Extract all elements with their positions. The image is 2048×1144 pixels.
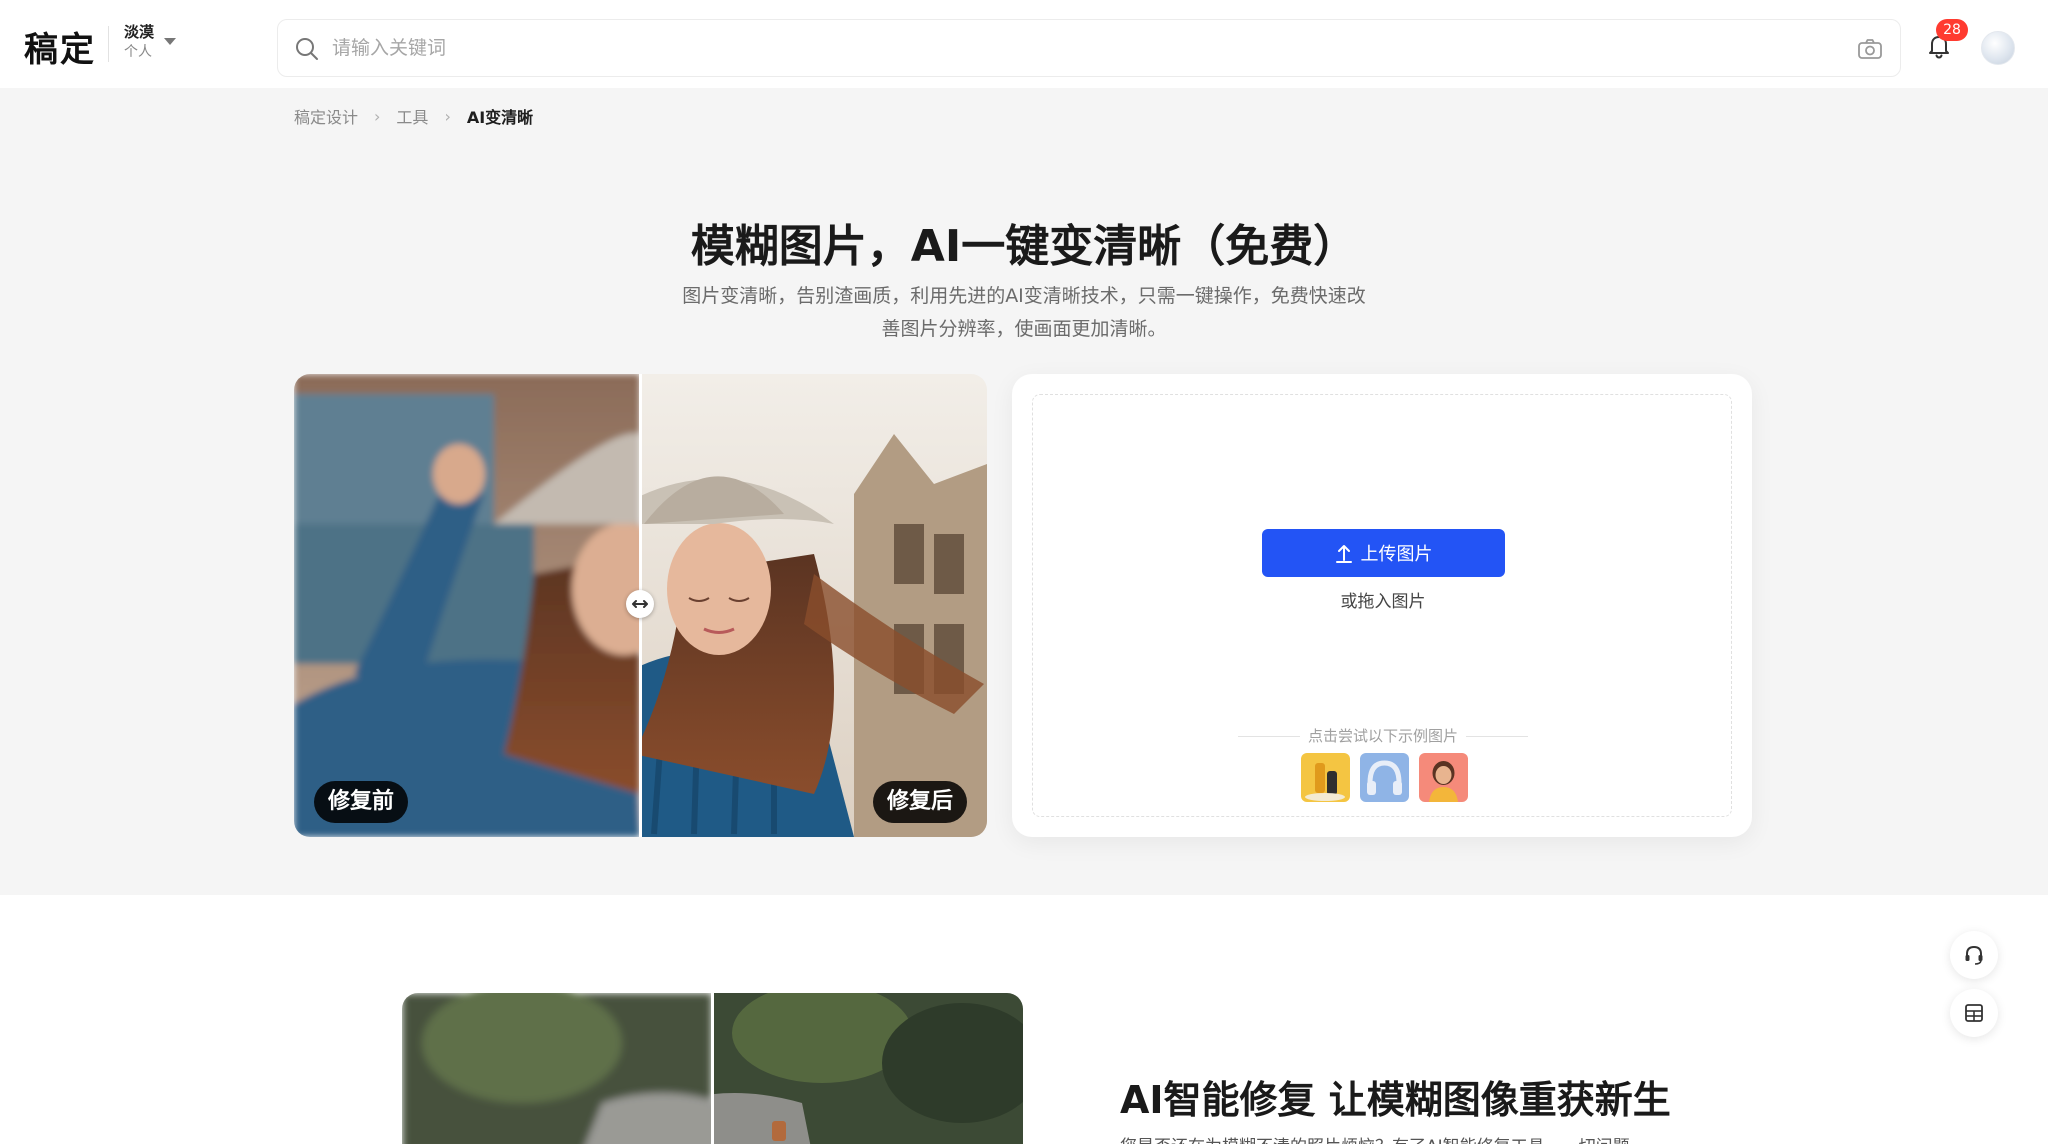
before-after-compare[interactable]: 修复前 修复后 — [294, 374, 987, 837]
breadcrumb-tools[interactable]: 工具 — [396, 104, 428, 128]
feature-compare-image — [402, 993, 1023, 1144]
search-input[interactable] — [332, 28, 1812, 68]
sample-portrait[interactable] — [1419, 753, 1468, 802]
top-header: 稿定 淡漠 个人 28 — [0, 0, 2048, 88]
drag-hint: 或拖入图片 — [1340, 592, 1426, 612]
search-icon — [296, 38, 318, 60]
chevron-right-icon: › — [374, 106, 381, 126]
feature-description: 您是否还在为模糊不清的照片烦恼？有了AI智能修复工具，一切问题 — [1120, 1132, 1630, 1144]
logo-divider — [108, 26, 109, 62]
sample-list — [1301, 753, 1468, 802]
feature-section: AI智能修复 让模糊图像重获新生 您是否还在为模糊不清的照片烦恼？有了AI智能修… — [0, 895, 2048, 1144]
before-label: 修复前 — [314, 781, 409, 823]
breadcrumb-current: AI变清晰 — [466, 108, 534, 127]
breadcrumb: 稿定设计 › 工具 › AI变清晰 — [294, 104, 533, 128]
customer-service-button[interactable] — [1950, 931, 1998, 979]
upload-arrow-icon — [1335, 545, 1352, 563]
camera-icon[interactable] — [1856, 35, 1884, 63]
feature-title: AI智能修复 让模糊图像重获新生 — [1120, 1078, 1671, 1122]
table-tool-button[interactable] — [1950, 989, 1998, 1037]
team-switcher[interactable]: 淡漠 个人 — [124, 22, 176, 62]
search-bar — [277, 19, 1901, 77]
app-logo[interactable]: 稿定 — [24, 22, 96, 71]
chevron-down-icon — [164, 38, 176, 45]
headset-icon — [1965, 945, 1983, 965]
upload-button-label: 上传图片 — [1360, 544, 1433, 565]
team-name: 淡漠 — [124, 23, 155, 41]
sample-title: 点击尝试以下示例图片 — [1238, 725, 1528, 747]
breadcrumb-home[interactable]: 稿定设计 — [294, 104, 358, 128]
after-label: 修复后 — [872, 781, 967, 823]
upload-dropzone[interactable]: 上传图片 或拖入图片 点击尝试以下示例图片 — [1032, 394, 1732, 817]
page-description: 图片变清晰，告别渣画质，利用先进的AI变清晰技术，只需一键操作，免费快速改善图片… — [682, 285, 1366, 340]
sample-headphones[interactable] — [1360, 753, 1409, 802]
chevron-right-icon: › — [444, 106, 451, 126]
notification-badge: 28 — [1936, 19, 1968, 41]
team-type: 个人 — [124, 44, 152, 60]
upload-image-button[interactable]: 上传图片 — [1262, 529, 1505, 577]
table-icon — [1965, 1004, 1983, 1022]
upload-card: 上传图片 或拖入图片 点击尝试以下示例图片 — [1012, 374, 1752, 837]
page-title: 模糊图片，AI一键变清晰（免费） — [690, 221, 1358, 272]
sample-cosmetics[interactable] — [1301, 753, 1350, 802]
drag-handle-icon[interactable] — [626, 590, 654, 618]
avatar[interactable] — [1981, 31, 2015, 65]
